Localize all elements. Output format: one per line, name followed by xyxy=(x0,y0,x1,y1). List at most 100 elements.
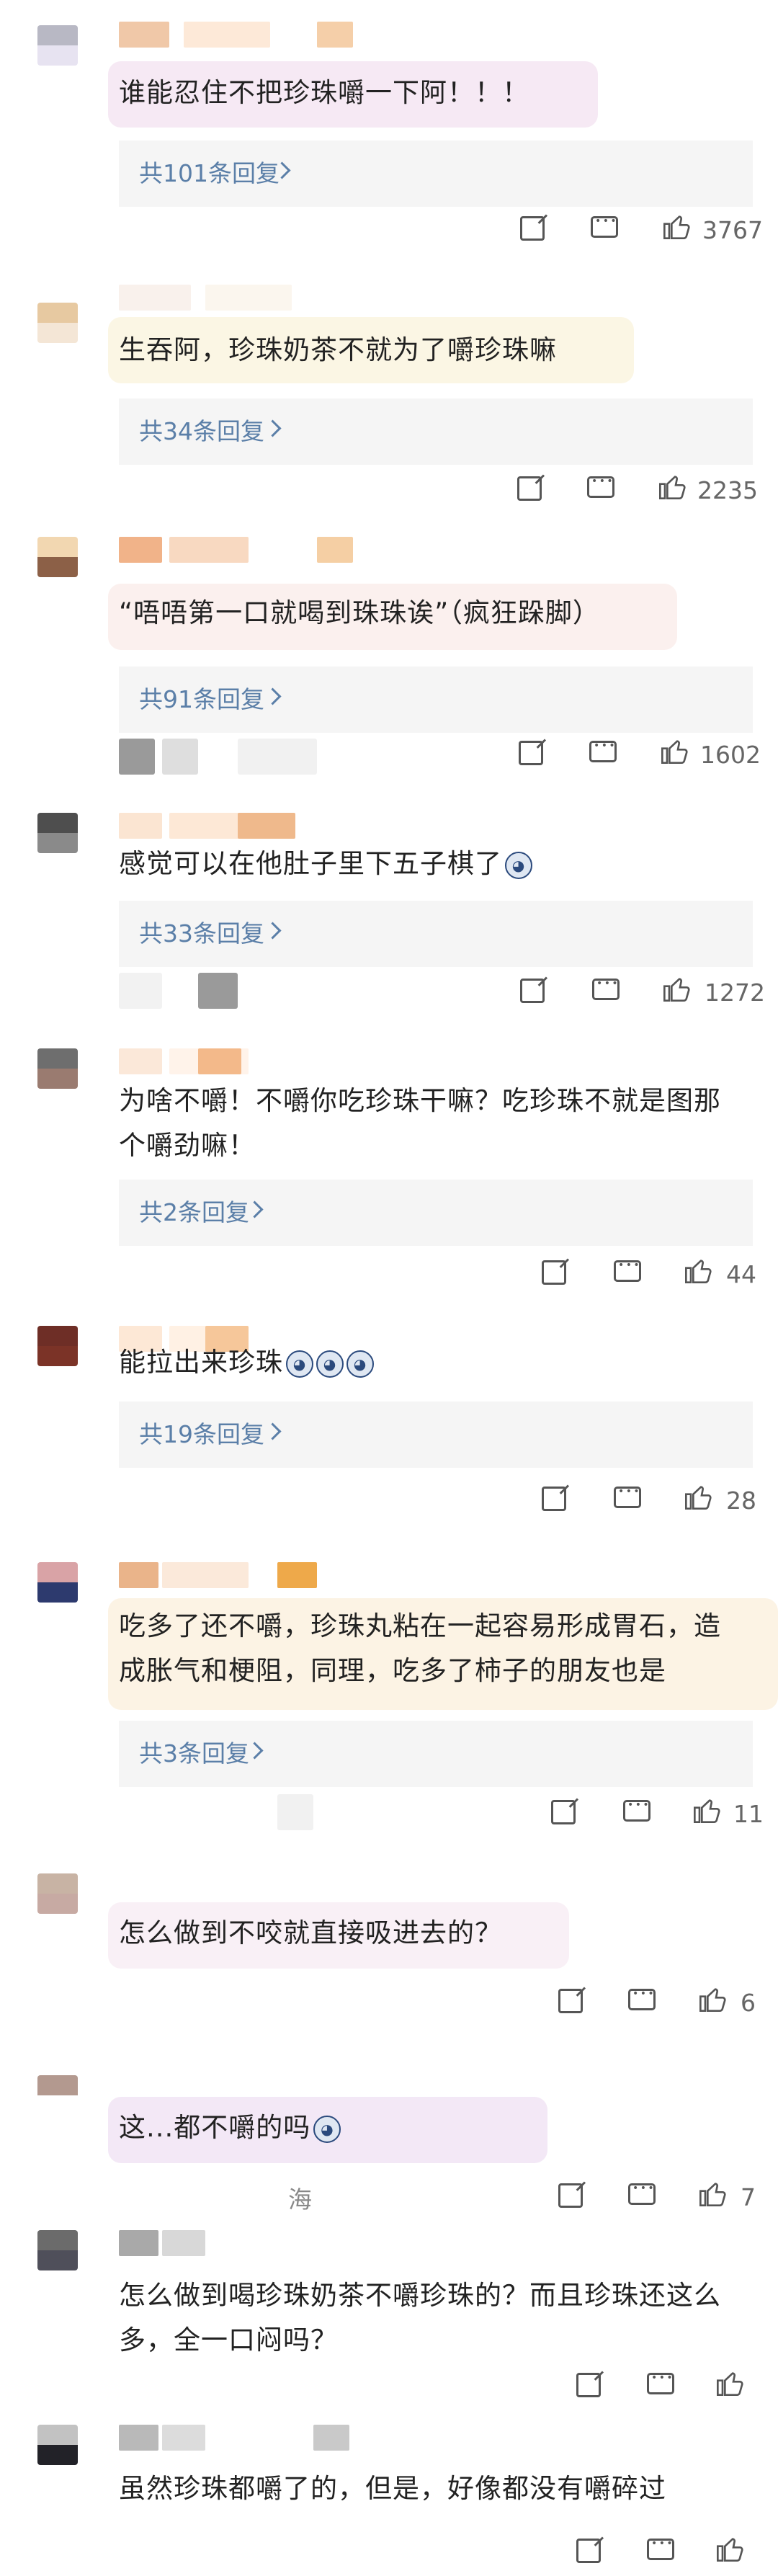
replies-label: 共33条回复 xyxy=(139,919,264,948)
share-icon[interactable] xyxy=(576,2373,601,2397)
comment-icon[interactable] xyxy=(592,978,620,1000)
like-count: 1272 xyxy=(705,979,765,1007)
like-count: 3767 xyxy=(702,216,763,244)
avatar[interactable] xyxy=(37,2230,78,2270)
comment-icon[interactable] xyxy=(614,1260,641,1282)
like-icon[interactable] xyxy=(683,1256,713,1285)
like-icon[interactable] xyxy=(715,2534,745,2563)
username[interactable] xyxy=(119,1048,357,1074)
share-icon[interactable] xyxy=(558,1989,583,2013)
replies-link[interactable]: 共91条回复 xyxy=(119,667,753,733)
comment-text: “唔唔第一口就喝到珠珠诶”（疯狂跺脚） xyxy=(119,597,600,628)
replies-link[interactable]: 共34条回复 xyxy=(119,398,753,465)
replies-label: 共91条回复 xyxy=(139,685,264,713)
share-icon[interactable] xyxy=(551,1800,576,1824)
replies-link[interactable]: 共19条回复 xyxy=(119,1401,753,1468)
action-bar xyxy=(0,2533,778,2576)
action-bar: 2235 xyxy=(0,471,778,514)
like-icon[interactable] xyxy=(661,974,692,1003)
avatar[interactable] xyxy=(37,25,78,66)
comment-icon[interactable] xyxy=(614,1486,641,1508)
username[interactable] xyxy=(119,2230,357,2256)
doraemon-emoji-icon: ◕ xyxy=(505,851,532,879)
username[interactable] xyxy=(119,537,357,563)
username[interactable] xyxy=(119,22,357,48)
like-icon[interactable] xyxy=(697,1984,728,2013)
share-icon[interactable] xyxy=(520,216,545,241)
action-bar: 7 xyxy=(0,2178,778,2221)
comment-text-content: 感觉可以在他肚子里下五子棋了 xyxy=(119,848,502,879)
comment-icon[interactable] xyxy=(647,2538,674,2560)
avatar[interactable] xyxy=(37,2425,78,2465)
share-icon[interactable] xyxy=(576,2539,601,2563)
like-count: 11 xyxy=(733,1800,764,1828)
replies-link[interactable]: 共101条回复 xyxy=(119,141,753,207)
comment-icon[interactable] xyxy=(647,2372,674,2394)
like-count: 2235 xyxy=(697,476,758,504)
comment-text: 感觉可以在他肚子里下五子棋了 ◕ xyxy=(119,842,738,886)
comment-icon[interactable] xyxy=(623,1799,650,1822)
comment-text: 生吞阿，珍珠奶茶不就为了嚼珍珠嘛 xyxy=(119,334,557,365)
replies-label: 共3条回复 xyxy=(139,1739,249,1768)
comment-text: 能拉出来珍珠 ◕ ◕ ◕ xyxy=(119,1340,738,1385)
chevron-right-icon xyxy=(264,922,282,940)
comment-text: 谁能忍住不把珍珠嚼一下阿！！！ xyxy=(119,77,529,108)
replies-label: 共2条回复 xyxy=(139,1198,249,1226)
share-icon[interactable] xyxy=(542,1260,566,1285)
comment-text: 怎么做到喝珍珠奶茶不嚼珍珠的？而且珍珠还这么多，全一口闷吗？ xyxy=(119,2280,721,2356)
username[interactable] xyxy=(119,285,357,311)
comment-text-content: 能拉出来珍珠 xyxy=(119,1347,283,1378)
replies-label: 共34条回复 xyxy=(139,417,264,445)
replies-label: 共101条回复 xyxy=(139,159,280,187)
crying-emoji-icon: ◕ xyxy=(346,1350,374,1378)
comment-icon[interactable] xyxy=(628,2183,656,2205)
like-icon[interactable] xyxy=(659,736,689,765)
comment-text-content: 这...都不嚼的吗 xyxy=(119,2112,311,2143)
chevron-right-icon xyxy=(264,687,282,705)
replies-link[interactable]: 共33条回复 xyxy=(119,901,753,967)
crying-emoji-icon: ◕ xyxy=(316,1350,344,1378)
avatar[interactable] xyxy=(37,1048,78,1089)
avatar[interactable] xyxy=(37,1326,78,1366)
action-bar: 3767 xyxy=(0,210,778,254)
action-bar: 11 xyxy=(0,1794,778,1837)
like-count: 7 xyxy=(741,2183,756,2211)
action-bar: 28 xyxy=(0,1481,778,1524)
like-count: 1602 xyxy=(700,741,761,769)
replies-link[interactable]: 共3条回复 xyxy=(119,1721,753,1787)
like-icon[interactable] xyxy=(692,1796,722,1824)
avatar[interactable] xyxy=(37,2075,78,2116)
action-bar: 6 xyxy=(0,1983,778,2026)
like-icon[interactable] xyxy=(715,2368,745,2397)
comment-icon[interactable] xyxy=(628,1988,656,2010)
comment-text: 这...都不嚼的吗 ◕ xyxy=(119,2105,738,2150)
chevron-right-icon xyxy=(264,419,282,437)
avatar[interactable] xyxy=(37,813,78,853)
replies-link[interactable]: 共2条回复 xyxy=(119,1180,753,1246)
comment-text: 怎么做到不咬就直接吸进去的？ xyxy=(119,1917,502,1948)
username[interactable] xyxy=(119,813,357,839)
action-bar xyxy=(0,2367,778,2410)
avatar[interactable] xyxy=(37,537,78,577)
replies-label: 共19条回复 xyxy=(139,1420,264,1448)
username[interactable] xyxy=(119,1562,357,1588)
crying-emoji-icon: ◕ xyxy=(286,1350,313,1378)
like-icon[interactable] xyxy=(661,212,692,241)
share-icon[interactable] xyxy=(520,979,545,1003)
username[interactable] xyxy=(119,2425,357,2451)
share-icon[interactable] xyxy=(517,476,542,501)
doraemon-emoji-icon: ◕ xyxy=(313,2115,341,2143)
like-count: 28 xyxy=(726,1487,756,1515)
comment-icon[interactable] xyxy=(589,740,617,762)
avatar[interactable] xyxy=(37,1873,78,1914)
share-icon[interactable] xyxy=(519,741,543,765)
comment-icon[interactable] xyxy=(587,476,614,498)
avatar[interactable] xyxy=(37,303,78,343)
share-icon[interactable] xyxy=(558,2183,583,2208)
like-icon[interactable] xyxy=(657,472,687,501)
like-icon[interactable] xyxy=(697,2179,728,2208)
comment-icon[interactable] xyxy=(591,215,618,238)
avatar[interactable] xyxy=(37,1562,78,1603)
like-icon[interactable] xyxy=(683,1482,713,1511)
share-icon[interactable] xyxy=(542,1487,566,1511)
